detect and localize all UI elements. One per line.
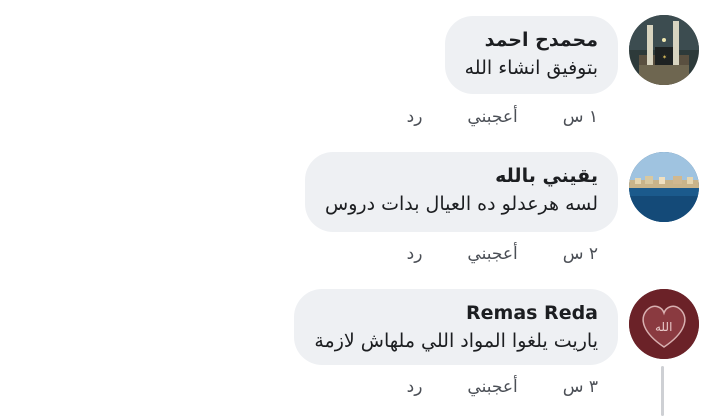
comment-bubble: يقيني بالله لسه هرعدلو ده العيال بدات در…: [305, 152, 618, 232]
comment-timestamp[interactable]: ٢ س: [563, 244, 598, 264]
svg-text:الله: الله: [655, 320, 672, 334]
comment-actions: ١ س أعجبني رد: [407, 107, 598, 127]
like-button[interactable]: أعجبني: [467, 377, 517, 397]
heart-calligraphy-avatar-icon: الله: [629, 289, 699, 359]
commenter-name[interactable]: محمدح احمد: [465, 28, 598, 52]
seaside-avatar-icon: [629, 152, 699, 222]
comment-text: لسه هرعدلو ده العيال بدات دروس: [325, 193, 598, 215]
comment-text: بتوفيق انشاء الله: [464, 57, 598, 79]
reply-button[interactable]: رد: [407, 107, 423, 127]
comment-actions: ٢ س أعجبني رد: [407, 244, 598, 264]
comment-actions: ٣ س أعجبني رد: [407, 377, 598, 397]
avatar[interactable]: [629, 152, 699, 222]
commenter-name[interactable]: يقيني بالله: [325, 164, 598, 188]
commenter-name[interactable]: Remas Reda: [314, 301, 598, 325]
reply-button[interactable]: رد: [407, 244, 423, 264]
comment-timestamp[interactable]: ٣ س: [563, 377, 598, 397]
like-button[interactable]: أعجبني: [467, 107, 517, 127]
reply-button[interactable]: رد: [407, 377, 423, 397]
comment-bubble: محمدح احمد بتوفيق انشاء الله: [444, 16, 618, 94]
reply-thread-line: [661, 366, 664, 416]
comment-bubble: Remas Reda ياريت يلغوا المواد اللي ملهاش…: [294, 289, 618, 365]
mosque-avatar-icon: ✶: [629, 15, 699, 85]
svg-text:✶: ✶: [662, 54, 667, 61]
comment-text: ياريت يلغوا المواد اللي ملهاش لازمة: [314, 330, 598, 352]
avatar[interactable]: ✶: [629, 15, 699, 85]
comment-timestamp[interactable]: ١ س: [563, 107, 598, 127]
like-button[interactable]: أعجبني: [467, 244, 517, 264]
avatar[interactable]: الله: [629, 289, 699, 359]
